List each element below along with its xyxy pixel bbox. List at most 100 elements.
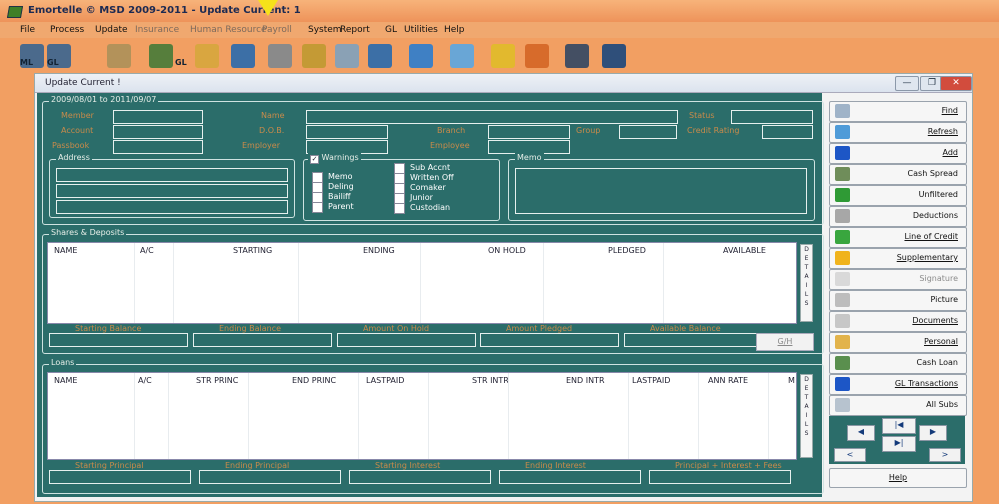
column-header[interactable]: STR PRINC <box>196 376 238 385</box>
loans-details-button[interactable]: DETAILS <box>800 374 813 458</box>
total-field[interactable] <box>480 333 619 347</box>
deductions-button[interactable]: Deductions <box>829 206 967 227</box>
total-field[interactable] <box>624 333 763 347</box>
branch-field[interactable] <box>488 125 570 139</box>
cash-loan-button[interactable]: Cash Loan <box>829 353 967 374</box>
column-header[interactable]: A/C <box>138 376 152 385</box>
column-header[interactable]: AVAILABLE <box>723 246 766 255</box>
close-button[interactable]: ✕ <box>940 76 972 91</box>
monitor-icon[interactable] <box>231 44 255 68</box>
column-header[interactable]: NAME <box>54 246 77 255</box>
column-header[interactable]: A/C <box>140 246 154 255</box>
warning-parent-checkbox[interactable] <box>312 202 323 213</box>
line-of-credit-button[interactable]: Line of Credit <box>829 227 967 248</box>
employee-field[interactable] <box>488 140 570 154</box>
loans-grid[interactable]: NAME A/C STR PRINC END PRINC LASTPAID STR INT… <box>47 372 797 460</box>
calculator-icon[interactable] <box>107 44 131 68</box>
total-field[interactable] <box>349 470 491 484</box>
stack-icon[interactable] <box>335 44 359 68</box>
side-button-label: Find <box>941 106 958 115</box>
pencil-icon[interactable] <box>491 44 515 68</box>
memo-field[interactable] <box>515 168 807 214</box>
supplementary-button[interactable]: Supplementary <box>829 248 967 269</box>
name-field[interactable] <box>306 110 678 124</box>
column-header[interactable]: PLEDGED <box>608 246 646 255</box>
status-field[interactable] <box>731 110 813 124</box>
phone-icon[interactable] <box>368 44 392 68</box>
personal-button[interactable]: Personal <box>829 332 967 353</box>
column-header[interactable]: STR INTR <box>472 376 509 385</box>
column-header[interactable]: LASTPAID <box>366 376 404 385</box>
column-header[interactable]: END PRINC <box>292 376 336 385</box>
shares-details-button[interactable]: DETAILS <box>800 244 813 322</box>
gl-transactions-button[interactable]: GL Transactions <box>829 374 967 395</box>
column-header[interactable]: M <box>788 376 795 385</box>
forward-icon[interactable] <box>525 44 549 68</box>
member-field[interactable] <box>113 110 203 124</box>
documents-button[interactable]: Documents <box>829 311 967 332</box>
nav-first-button[interactable]: |◀ <box>882 418 916 434</box>
column-header[interactable]: NAME <box>54 376 77 385</box>
nav-last-button[interactable]: ▶| <box>882 436 916 452</box>
nav-prev-button[interactable]: ◀ <box>847 425 875 441</box>
minimize-button[interactable]: — <box>895 76 919 91</box>
menu-gl[interactable]: GL <box>385 25 397 35</box>
unfiltered-button[interactable]: Unfiltered <box>829 185 967 206</box>
menu-utilities[interactable]: Utilities <box>404 25 438 35</box>
photo-icon[interactable] <box>409 44 433 68</box>
nav-next-button[interactable]: ▶ <box>919 425 947 441</box>
address-line-1[interactable] <box>56 168 288 182</box>
gl-post-icon[interactable] <box>149 44 173 68</box>
column-header[interactable]: ON HOLD <box>488 246 526 255</box>
menu-update[interactable]: Update <box>95 25 128 35</box>
picture-button[interactable]: Picture <box>829 290 967 311</box>
column-header[interactable]: END INTR <box>566 376 605 385</box>
total-field[interactable] <box>49 470 191 484</box>
calc2-icon[interactable] <box>602 44 626 68</box>
nav-small-next-button[interactable]: > <box>929 448 961 462</box>
column-header[interactable]: LASTPAID <box>632 376 670 385</box>
help-button[interactable]: Help <box>829 468 967 488</box>
find-button[interactable]: Find <box>829 101 967 122</box>
menu-human-resource[interactable]: Human Resource <box>190 25 267 35</box>
cash-spread-button[interactable]: Cash Spread <box>829 164 967 185</box>
credit-rating-field[interactable] <box>762 125 813 139</box>
total-field[interactable] <box>193 333 332 347</box>
address-line-3[interactable] <box>56 200 288 214</box>
dob-field[interactable] <box>306 125 388 139</box>
employer-field[interactable] <box>306 140 388 154</box>
tools-icon[interactable] <box>268 44 292 68</box>
address-title: Address <box>56 153 92 162</box>
refresh-button[interactable]: Refresh <box>829 122 967 143</box>
warnings-checkbox[interactable]: ✓ <box>310 155 319 164</box>
address-line-2[interactable] <box>56 184 288 198</box>
total-field[interactable] <box>649 470 791 484</box>
total-field[interactable] <box>337 333 476 347</box>
column-header[interactable]: ENDING <box>363 246 395 255</box>
menu-system[interactable]: System <box>308 25 342 35</box>
save-icon[interactable] <box>565 44 589 68</box>
total-field[interactable] <box>49 333 188 347</box>
menu-insurance[interactable]: Insurance <box>135 25 179 35</box>
scales-icon[interactable] <box>302 44 326 68</box>
signature-button[interactable]: Signature <box>829 269 967 290</box>
menu-process[interactable]: Process <box>50 25 84 35</box>
column-header[interactable]: STARTING <box>233 246 272 255</box>
account-field[interactable] <box>113 125 203 139</box>
shares-grid[interactable]: NAME A/C STARTING ENDING ON HOLD PLEDGED AVAIL… <box>47 242 797 324</box>
warning-custodian-checkbox[interactable] <box>394 203 405 214</box>
nav-small-prev-button[interactable]: < <box>834 448 866 462</box>
column-header[interactable]: ANN RATE <box>708 376 748 385</box>
passbook-field[interactable] <box>113 140 203 154</box>
menu-help[interactable]: Help <box>444 25 465 35</box>
all-subs-button[interactable]: All Subs <box>829 395 967 416</box>
add-button[interactable]: Add <box>829 143 967 164</box>
chat-icon[interactable] <box>450 44 474 68</box>
group-field[interactable] <box>619 125 677 139</box>
people-icon[interactable] <box>195 44 219 68</box>
total-field[interactable] <box>199 470 341 484</box>
total-field[interactable] <box>499 470 641 484</box>
menu-file[interactable]: File <box>20 25 35 35</box>
menu-payroll[interactable]: Payroll <box>262 25 292 35</box>
menu-report[interactable]: Report <box>340 25 370 35</box>
